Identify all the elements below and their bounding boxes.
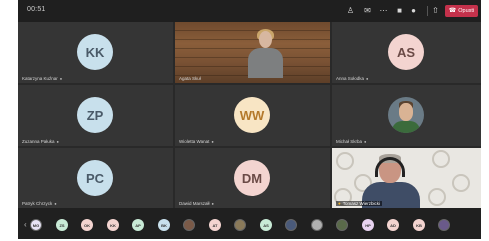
avatar: KK xyxy=(77,34,113,70)
self-video-tile[interactable]: ● Tomasz Wierzbicki xyxy=(332,148,481,208)
participant-tile[interactable]: WW Wioletta Wanat ● xyxy=(175,85,330,146)
leave-button[interactable]: ☎ Opusti xyxy=(445,5,478,17)
participant-tile[interactable]: KK Katarzyna Kuźnar ● xyxy=(18,22,173,83)
participant-chip[interactable]: HP xyxy=(362,219,374,231)
mic-muted-icon: ● xyxy=(211,139,214,144)
participant-name: Dawid Marszałł ● xyxy=(179,201,214,206)
participant-tile[interactable]: ZP Zuzanna Pałuka ● xyxy=(18,85,173,146)
mic-muted-icon: ● xyxy=(211,201,214,206)
participant-strip: ‹ MG ZS OK KK AP BK AT AS HP AD KB xyxy=(18,208,481,239)
participant-chip[interactable] xyxy=(285,219,297,231)
participant-name: Patryk Chrzyck ● xyxy=(22,201,57,206)
participant-chip[interactable] xyxy=(438,219,450,231)
participant-name: Katarzyna Kuźnar ● xyxy=(22,76,63,81)
participant-video-tile[interactable]: Agata Skuł xyxy=(175,22,330,83)
avatar: PC xyxy=(77,160,113,196)
meeting-window: 00:51 ♙ ✉ ⋯ ■ ● ⇧ ☎ Opusti KK Katarzyna K… xyxy=(18,0,481,239)
mic-icon[interactable]: ● xyxy=(408,6,419,16)
participant-chip[interactable]: AD xyxy=(387,219,399,231)
more-icon[interactable]: ⋯ xyxy=(378,6,389,16)
participant-chip[interactable]: KK xyxy=(107,219,119,231)
participant-chip[interactable] xyxy=(183,219,195,231)
mic-muted-icon: ● xyxy=(364,139,367,144)
participant-name: ● Tomasz Wierzbicki xyxy=(336,201,382,206)
toolbar-divider xyxy=(427,6,428,16)
participant-tile[interactable]: Michał Skrba ● xyxy=(332,85,481,146)
share-icon[interactable]: ⇧ xyxy=(430,6,441,16)
chat-icon[interactable]: ✉ xyxy=(362,6,373,16)
avatar: ZP xyxy=(77,97,113,133)
participant-chip[interactable]: KB xyxy=(413,219,425,231)
participant-name: Wioletta Wanat ● xyxy=(179,139,214,144)
avatar: AS xyxy=(388,34,424,70)
camera-icon[interactable]: ■ xyxy=(394,6,405,16)
participant-chip[interactable]: OK xyxy=(81,219,93,231)
mic-muted-icon: ● xyxy=(54,201,57,206)
participant-chip[interactable]: AT xyxy=(209,219,221,231)
meeting-toolbar: 00:51 ♙ ✉ ⋯ ■ ● ⇧ ☎ Opusti xyxy=(18,0,481,22)
participant-tile[interactable]: AS Anna Sołodka ● xyxy=(332,22,481,83)
participant-chip[interactable]: AS xyxy=(260,219,272,231)
phone-icon: ☎ xyxy=(448,8,457,14)
participant-tile[interactable]: DM Dawid Marszałł ● xyxy=(175,148,330,208)
participant-name: Michał Skrba ● xyxy=(336,139,367,144)
participant-tile[interactable]: PC Patryk Chrzyck ● xyxy=(18,148,173,208)
participant-name: Agata Skuł xyxy=(179,76,201,81)
mic-muted-icon: ● xyxy=(56,139,59,144)
participant-chip[interactable]: MG xyxy=(30,219,42,231)
avatar: WW xyxy=(234,97,270,133)
participant-chip[interactable] xyxy=(311,219,323,231)
meeting-timer: 00:51 xyxy=(27,6,46,13)
participant-name: Anna Sołodka ● xyxy=(336,76,369,81)
mic-muted-icon: ● xyxy=(366,76,369,81)
participant-chip[interactable]: ZS xyxy=(56,219,68,231)
participant-chip[interactable] xyxy=(234,219,246,231)
avatar xyxy=(388,97,424,133)
participant-video xyxy=(248,48,283,78)
leave-label: Opusti xyxy=(458,8,475,14)
people-icon[interactable]: ♙ xyxy=(345,6,356,16)
participant-name: Zuzanna Pałuka ● xyxy=(22,139,59,144)
avatar: DM xyxy=(234,160,270,196)
participant-chip[interactable]: AP xyxy=(132,219,144,231)
participant-chip[interactable]: BK xyxy=(158,219,170,231)
mic-muted-icon: ● xyxy=(59,76,63,81)
participant-chip[interactable] xyxy=(336,219,348,231)
